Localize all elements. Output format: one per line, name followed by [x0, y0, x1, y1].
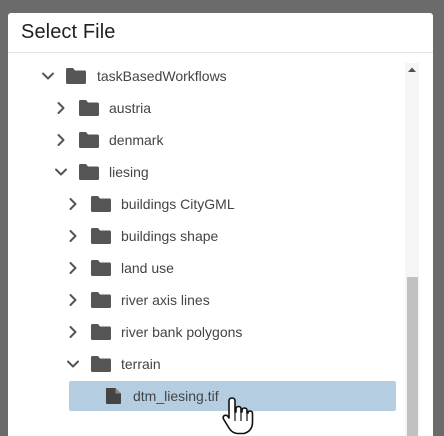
folder-icon: [79, 164, 99, 180]
folder-icon: [79, 100, 99, 116]
chevron-down-icon[interactable]: [40, 68, 56, 84]
chevron-right-icon[interactable]: [65, 196, 81, 212]
tree-item-label: denmark: [109, 132, 164, 148]
tree-item-liesing[interactable]: liesing: [8, 156, 404, 188]
chevron-right-icon[interactable]: [53, 100, 69, 116]
folder-icon: [91, 324, 111, 340]
select-file-dialog: Select File taskBasedWorkflows austria d…: [8, 13, 433, 436]
tree-item-taskbasedworkflows[interactable]: taskBasedWorkflows: [8, 60, 404, 92]
tree-item-label: terrain: [121, 356, 161, 372]
tree-item-label: taskBasedWorkflows: [97, 68, 227, 84]
tree-scrollbar[interactable]: [405, 63, 419, 436]
tree-item-denmark[interactable]: denmark: [8, 124, 404, 156]
tree-item-label: buildings shape: [121, 228, 219, 244]
tree-item-label: dtm_liesing.tif: [133, 388, 219, 404]
file-icon: [106, 388, 121, 404]
folder-icon: [79, 132, 99, 148]
scrollbar-thumb[interactable]: [407, 277, 418, 436]
chevron-right-icon[interactable]: [65, 324, 81, 340]
title-divider: [8, 52, 433, 53]
tree-item-buildings-citygml[interactable]: buildings CityGML: [8, 188, 404, 220]
tree-item-label: river axis lines: [121, 292, 210, 308]
chevron-down-icon[interactable]: [65, 356, 81, 372]
chevron-right-icon[interactable]: [65, 292, 81, 308]
dialog-title: Select File: [21, 21, 116, 43]
folder-icon: [91, 260, 111, 276]
hand-pointer-icon: [222, 397, 254, 435]
chevron-right-icon[interactable]: [65, 260, 81, 276]
tree-item-land-use[interactable]: land use: [8, 252, 404, 284]
folder-icon: [91, 196, 111, 212]
file-tree: taskBasedWorkflows austria denmark liesi…: [8, 60, 404, 436]
chevron-right-icon[interactable]: [53, 132, 69, 148]
folder-icon: [66, 68, 86, 84]
tree-item-river-axis-lines[interactable]: river axis lines: [8, 284, 404, 316]
tree-item-buildings-shape[interactable]: buildings shape: [8, 220, 404, 252]
tree-item-label: liesing: [109, 164, 149, 180]
folder-icon: [91, 356, 111, 372]
tree-item-terrain[interactable]: terrain: [8, 348, 404, 380]
tree-item-dtm-liesing-tif[interactable]: dtm_liesing.tif: [8, 380, 404, 412]
tree-item-label: buildings CityGML: [121, 196, 235, 212]
folder-icon: [91, 228, 111, 244]
tree-item-austria[interactable]: austria: [8, 92, 404, 124]
chevron-down-icon[interactable]: [53, 164, 69, 180]
scroll-up-arrow-icon[interactable]: [407, 65, 417, 75]
tree-item-label: river bank polygons: [121, 324, 243, 340]
tree-item-label: land use: [121, 260, 174, 276]
tree-item-river-bank-polygons[interactable]: river bank polygons: [8, 316, 404, 348]
tree-item-label: austria: [109, 100, 152, 116]
folder-icon: [91, 292, 111, 308]
chevron-right-icon[interactable]: [65, 228, 81, 244]
